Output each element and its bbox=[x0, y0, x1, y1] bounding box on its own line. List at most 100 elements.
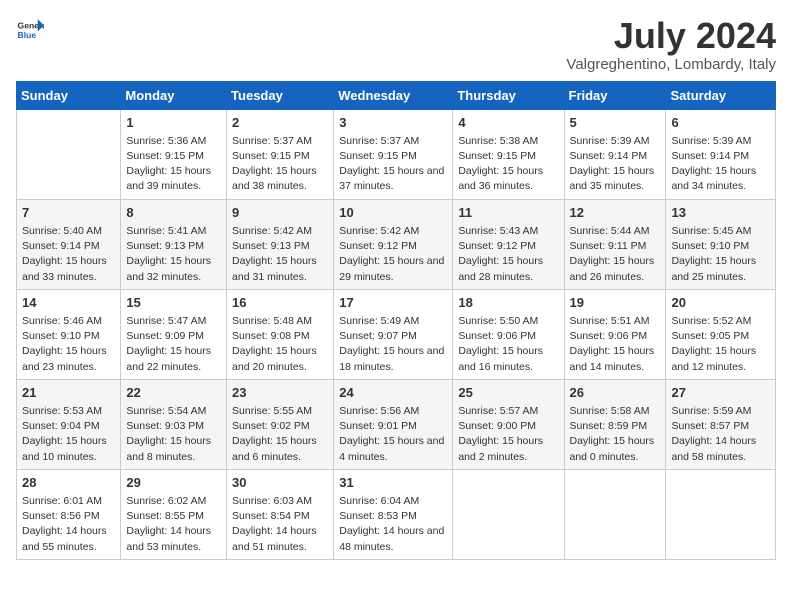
daylight-text: Daylight: 15 hours and 14 minutes. bbox=[570, 344, 661, 374]
calendar-title: July 2024 bbox=[566, 16, 776, 56]
sunrise-text: Sunrise: 5:42 AM bbox=[232, 224, 328, 239]
cell-content: Sunrise: 6:03 AMSunset: 8:54 PMDaylight:… bbox=[232, 494, 328, 555]
cell-content: Sunrise: 5:43 AMSunset: 9:12 PMDaylight:… bbox=[458, 224, 558, 285]
daylight-text: Daylight: 14 hours and 55 minutes. bbox=[22, 524, 115, 554]
sunset-text: Sunset: 9:04 PM bbox=[22, 419, 115, 434]
calendar-cell: 3Sunrise: 5:37 AMSunset: 9:15 PMDaylight… bbox=[334, 109, 453, 199]
sunrise-text: Sunrise: 5:48 AM bbox=[232, 314, 328, 329]
day-number: 29 bbox=[126, 474, 221, 492]
calendar-cell bbox=[666, 469, 776, 559]
day-number: 9 bbox=[232, 204, 328, 222]
weekday-header-wednesday: Wednesday bbox=[334, 81, 453, 109]
daylight-text: Daylight: 15 hours and 4 minutes. bbox=[339, 434, 447, 464]
cell-content: Sunrise: 5:40 AMSunset: 9:14 PMDaylight:… bbox=[22, 224, 115, 285]
cell-content: Sunrise: 5:53 AMSunset: 9:04 PMDaylight:… bbox=[22, 404, 115, 465]
daylight-text: Daylight: 15 hours and 22 minutes. bbox=[126, 344, 221, 374]
day-number: 15 bbox=[126, 294, 221, 312]
daylight-text: Daylight: 15 hours and 35 minutes. bbox=[570, 164, 661, 194]
sunset-text: Sunset: 8:53 PM bbox=[339, 509, 447, 524]
daylight-text: Daylight: 15 hours and 26 minutes. bbox=[570, 254, 661, 284]
sunset-text: Sunset: 8:55 PM bbox=[126, 509, 221, 524]
sunrise-text: Sunrise: 5:39 AM bbox=[671, 134, 770, 149]
cell-content: Sunrise: 5:46 AMSunset: 9:10 PMDaylight:… bbox=[22, 314, 115, 375]
day-number: 28 bbox=[22, 474, 115, 492]
cell-content: Sunrise: 5:36 AMSunset: 9:15 PMDaylight:… bbox=[126, 134, 221, 195]
day-number: 25 bbox=[458, 384, 558, 402]
sunrise-text: Sunrise: 5:56 AM bbox=[339, 404, 447, 419]
cell-content: Sunrise: 5:49 AMSunset: 9:07 PMDaylight:… bbox=[339, 314, 447, 375]
calendar-cell: 15Sunrise: 5:47 AMSunset: 9:09 PMDayligh… bbox=[121, 289, 227, 379]
sunset-text: Sunset: 8:56 PM bbox=[22, 509, 115, 524]
sunset-text: Sunset: 9:05 PM bbox=[671, 329, 770, 344]
logo: General Blue bbox=[16, 16, 44, 44]
cell-content: Sunrise: 5:38 AMSunset: 9:15 PMDaylight:… bbox=[458, 134, 558, 195]
day-number: 27 bbox=[671, 384, 770, 402]
calendar-cell: 22Sunrise: 5:54 AMSunset: 9:03 PMDayligh… bbox=[121, 379, 227, 469]
calendar-cell: 7 Sunrise: 5:40 AMSunset: 9:14 PMDaylight… bbox=[17, 199, 121, 289]
day-number: 7 bbox=[22, 204, 115, 222]
daylight-text: Daylight: 14 hours and 53 minutes. bbox=[126, 524, 221, 554]
daylight-text: Daylight: 15 hours and 6 minutes. bbox=[232, 434, 328, 464]
day-number: 3 bbox=[339, 114, 447, 132]
sunset-text: Sunset: 9:14 PM bbox=[22, 239, 115, 254]
day-number: 19 bbox=[570, 294, 661, 312]
cell-content: Sunrise: 5:50 AMSunset: 9:06 PMDaylight:… bbox=[458, 314, 558, 375]
day-number: 17 bbox=[339, 294, 447, 312]
sunset-text: Sunset: 8:54 PM bbox=[232, 509, 328, 524]
daylight-text: Daylight: 15 hours and 2 minutes. bbox=[458, 434, 558, 464]
calendar-cell bbox=[564, 469, 666, 559]
calendar-cell: 4Sunrise: 5:38 AMSunset: 9:15 PMDaylight… bbox=[453, 109, 564, 199]
cell-content: Sunrise: 5:37 AMSunset: 9:15 PMDaylight:… bbox=[232, 134, 328, 195]
calendar-cell: 13Sunrise: 5:45 AMSunset: 9:10 PMDayligh… bbox=[666, 199, 776, 289]
title-area: July 2024 Valgreghentino, Lombardy, Ital… bbox=[566, 16, 776, 73]
cell-content: Sunrise: 5:44 AMSunset: 9:11 PMDaylight:… bbox=[570, 224, 661, 285]
sunset-text: Sunset: 8:59 PM bbox=[570, 419, 661, 434]
sunrise-text: Sunrise: 5:37 AM bbox=[339, 134, 447, 149]
calendar-cell: 19 Sunrise: 5:51 AMSunset: 9:06 PMDayligh… bbox=[564, 289, 666, 379]
weekday-header-saturday: Saturday bbox=[666, 81, 776, 109]
sunrise-text: Sunrise: 5:41 AM bbox=[126, 224, 221, 239]
sunrise-text: Sunrise: 6:04 AM bbox=[339, 494, 447, 509]
daylight-text: Daylight: 15 hours and 33 minutes. bbox=[22, 254, 115, 284]
sunset-text: Sunset: 9:00 PM bbox=[458, 419, 558, 434]
calendar-header: SundayMondayTuesdayWednesdayThursdayFrid… bbox=[17, 81, 776, 109]
weekday-header-sunday: Sunday bbox=[17, 81, 121, 109]
generalblue-logo-icon: General Blue bbox=[16, 16, 44, 44]
sunrise-text: Sunrise: 5:47 AM bbox=[126, 314, 221, 329]
weekday-header-row: SundayMondayTuesdayWednesdayThursdayFrid… bbox=[17, 81, 776, 109]
sunset-text: Sunset: 9:03 PM bbox=[126, 419, 221, 434]
sunrise-text: Sunrise: 5:44 AM bbox=[570, 224, 661, 239]
cell-content: Sunrise: 5:51 AMSunset: 9:06 PMDaylight:… bbox=[570, 314, 661, 375]
calendar-cell: 2Sunrise: 5:37 AMSunset: 9:15 PMDaylight… bbox=[227, 109, 334, 199]
day-number: 18 bbox=[458, 294, 558, 312]
sunrise-text: Sunrise: 6:02 AM bbox=[126, 494, 221, 509]
day-number: 22 bbox=[126, 384, 221, 402]
sunrise-text: Sunrise: 5:57 AM bbox=[458, 404, 558, 419]
cell-content: Sunrise: 5:39 AMSunset: 9:14 PMDaylight:… bbox=[671, 134, 770, 195]
cell-content: Sunrise: 5:41 AMSunset: 9:13 PMDaylight:… bbox=[126, 224, 221, 285]
daylight-text: Daylight: 15 hours and 0 minutes. bbox=[570, 434, 661, 464]
day-number: 8 bbox=[126, 204, 221, 222]
sunset-text: Sunset: 9:06 PM bbox=[570, 329, 661, 344]
cell-content: Sunrise: 5:59 AMSunset: 8:57 PMDaylight:… bbox=[671, 404, 770, 465]
sunrise-text: Sunrise: 5:52 AM bbox=[671, 314, 770, 329]
sunset-text: Sunset: 9:10 PM bbox=[671, 239, 770, 254]
daylight-text: Daylight: 15 hours and 25 minutes. bbox=[671, 254, 770, 284]
sunset-text: Sunset: 9:13 PM bbox=[232, 239, 328, 254]
day-number: 6 bbox=[671, 114, 770, 132]
sunrise-text: Sunrise: 5:37 AM bbox=[232, 134, 328, 149]
cell-content: Sunrise: 5:58 AMSunset: 8:59 PMDaylight:… bbox=[570, 404, 661, 465]
day-number: 20 bbox=[671, 294, 770, 312]
weekday-header-monday: Monday bbox=[121, 81, 227, 109]
calendar-row: 28Sunrise: 6:01 AMSunset: 8:56 PMDayligh… bbox=[17, 469, 776, 559]
calendar-cell: 1Sunrise: 5:36 AMSunset: 9:15 PMDaylight… bbox=[121, 109, 227, 199]
sunrise-text: Sunrise: 5:39 AM bbox=[570, 134, 661, 149]
calendar-cell: 20Sunrise: 5:52 AMSunset: 9:05 PMDayligh… bbox=[666, 289, 776, 379]
sunset-text: Sunset: 9:12 PM bbox=[458, 239, 558, 254]
calendar-cell: 28Sunrise: 6:01 AMSunset: 8:56 PMDayligh… bbox=[17, 469, 121, 559]
cell-content: Sunrise: 5:56 AMSunset: 9:01 PMDaylight:… bbox=[339, 404, 447, 465]
sunset-text: Sunset: 9:07 PM bbox=[339, 329, 447, 344]
daylight-text: Daylight: 15 hours and 23 minutes. bbox=[22, 344, 115, 374]
sunset-text: Sunset: 9:11 PM bbox=[570, 239, 661, 254]
calendar-cell: 18 Sunrise: 5:50 AMSunset: 9:06 PMDayligh… bbox=[453, 289, 564, 379]
